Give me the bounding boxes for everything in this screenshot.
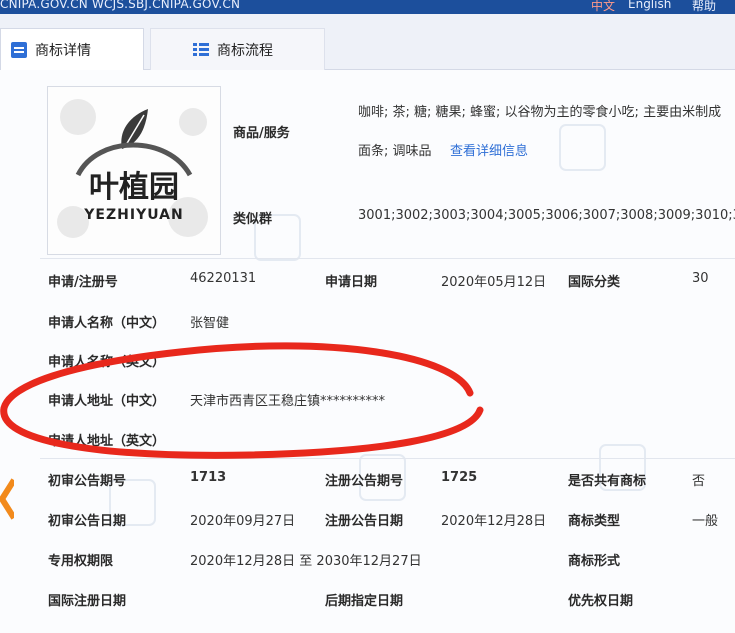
view-details-link[interactable]: 查看详细信息	[450, 140, 528, 159]
reg-no-label: 申请/注册号	[48, 275, 118, 290]
reg-pub-date-value: 2020年12月28日	[441, 514, 547, 529]
trademark-logo: 叶植园 YEZHIYUAN	[47, 86, 221, 255]
trademark-logo-image: 叶植园 YEZHIYUAN	[48, 87, 220, 254]
intl-reg-date-label: 国际注册日期	[48, 594, 127, 609]
divider	[40, 258, 735, 259]
site-url: CNIPA.GOV.CN WCJS.SBJ.CNIPA.GOV.CN	[0, 0, 241, 11]
address-en-label: 申请人地址（英文）	[48, 434, 166, 449]
tm-type-label: 商标类型	[568, 514, 621, 529]
top-bar: CNIPA.GOV.CN WCJS.SBJ.CNIPA.GOV.CN 中文 En…	[0, 0, 735, 14]
document-icon	[11, 42, 27, 58]
goods-services-line2: 面条; 调味品	[358, 144, 432, 159]
app-date-label: 申请日期	[325, 275, 378, 290]
goods-services-line1: 咖啡; 茶; 糖; 糖果; 蜂蜜; 以谷物为主的零食小吃; 主要由米制成	[358, 105, 722, 120]
help-link[interactable]: 帮助	[692, 0, 716, 14]
intl-class-label: 国际分类	[568, 275, 621, 290]
address-cn-label: 申请人地址（中文）	[48, 394, 166, 409]
chevron-left-icon[interactable]	[0, 478, 14, 520]
divider	[40, 458, 735, 459]
exclusive-value: 2020年12月28日 至 2030年12月27日	[190, 554, 422, 569]
app-date-value: 2020年05月12日	[441, 275, 547, 290]
tm-form-label: 商标形式	[568, 554, 621, 569]
prelim-no-value: 1713	[190, 470, 227, 485]
shared-label: 是否共有商标	[568, 474, 647, 489]
prelim-no-label: 初审公告期号	[48, 474, 127, 489]
similar-group-label: 类似群	[233, 212, 273, 227]
tab-trademark-process[interactable]: 商标流程	[150, 28, 325, 71]
later-date-label: 后期指定日期	[325, 594, 404, 609]
tab-label: 商标流程	[217, 43, 273, 59]
svg-text:叶植园: 叶植园	[89, 170, 179, 205]
tab-trademark-detail[interactable]: 商标详情	[0, 28, 144, 71]
tab-bar: 商标详情 商标流程	[0, 14, 735, 71]
goods-services-label: 商品/服务	[233, 126, 290, 141]
reg-pub-no-value: 1725	[441, 470, 478, 485]
reg-pub-no-label: 注册公告期号	[325, 474, 404, 489]
reg-pub-date-label: 注册公告日期	[325, 514, 404, 529]
prelim-date-label: 初审公告日期	[48, 514, 127, 529]
list-icon	[193, 42, 209, 58]
language-zh-link[interactable]: 中文	[591, 0, 615, 14]
address-cn-value: 天津市西青区王稳庄镇**********	[190, 394, 386, 409]
priority-label: 优先权日期	[568, 594, 634, 609]
applicant-en-label: 申请人名称（英文）	[48, 355, 166, 370]
prelim-date-value: 2020年09月27日	[190, 514, 296, 529]
tab-label: 商标详情	[35, 43, 91, 59]
shared-value: 否	[692, 474, 706, 489]
intl-class-value: 30	[692, 271, 709, 286]
tm-type-value: 一般	[692, 514, 719, 529]
applicant-cn-value: 张智健	[190, 316, 230, 331]
reg-no-value: 46220131	[190, 271, 257, 286]
language-en-link[interactable]: English	[628, 0, 671, 11]
similar-group-value: 3001;3002;3003;3004;3005;3006;3007;3008;…	[358, 208, 735, 223]
applicant-cn-label: 申请人名称（中文）	[48, 316, 166, 331]
svg-text:YEZHIYUAN: YEZHIYUAN	[83, 207, 183, 223]
exclusive-label: 专用权期限	[48, 554, 114, 569]
